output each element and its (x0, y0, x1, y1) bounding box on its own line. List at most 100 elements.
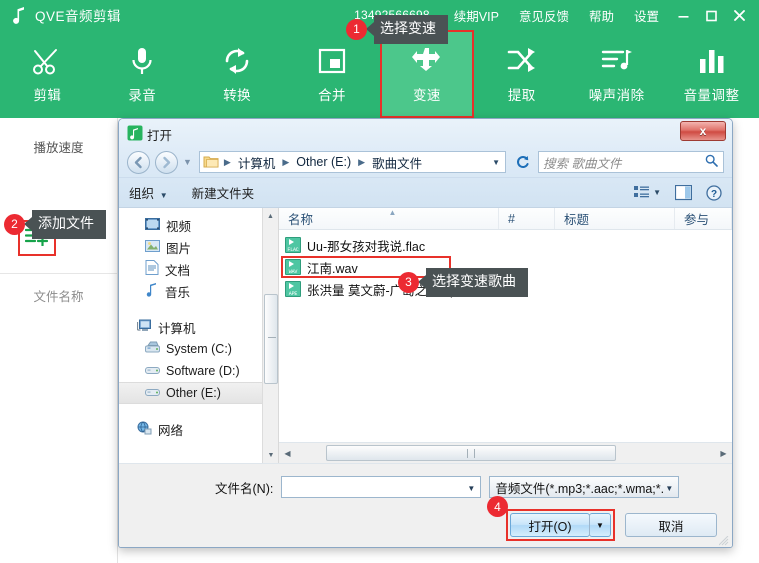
open-button-group: 打开(O) ▼ (506, 509, 615, 541)
breadcrumb-drive[interactable]: Other (E:) (292, 154, 355, 170)
nav-item-label: 计算机 (158, 321, 196, 336)
column-header-name[interactable]: 名称 ▲ (279, 208, 499, 229)
breadcrumb[interactable]: ▶ 计算机 ▶ Other (E:) ▶ 歌曲文件 ▼ (198, 151, 506, 173)
column-header-artist[interactable]: 参与 (675, 208, 732, 229)
dialog-title: 打开 (147, 129, 173, 143)
nav-item-label: Other (E:) (166, 386, 221, 400)
scroll-right-icon[interactable]: ▶ (715, 449, 732, 458)
menu-help[interactable]: 帮助 (579, 6, 624, 25)
audio-file-icon: WAV (285, 259, 301, 275)
callout-text: 选择变速 (374, 15, 448, 44)
dialog-navigation-bar: ▼ ▶ 计算机 ▶ Other (E:) ▶ 歌曲文件 ▼ 搜索 歌曲文件 (119, 147, 732, 177)
file-ext-label: APE (288, 291, 298, 297)
column-header-title[interactable]: 标题 (555, 208, 675, 229)
menu-renew-vip[interactable]: 续期VIP (444, 6, 509, 25)
tool-extract[interactable]: 提取 (474, 30, 569, 118)
filename-input[interactable]: ▼ (281, 476, 482, 498)
tool-label: 提取 (507, 88, 536, 103)
extract-icon (506, 44, 538, 78)
tool-volume[interactable]: 音量调整 (664, 30, 759, 118)
drive-icon (145, 364, 160, 379)
nav-item-pictures[interactable]: 图片 (119, 236, 278, 258)
convert-icon (221, 44, 253, 78)
breadcrumb-dropdown-icon[interactable]: ▼ (492, 158, 500, 167)
nav-item-system-c[interactable]: System (C:) (119, 338, 278, 360)
drive-icon (145, 386, 160, 401)
back-button[interactable] (127, 150, 150, 174)
nav-item-music[interactable]: 音乐 (119, 280, 278, 302)
nav-item-network[interactable]: 网络 (119, 418, 278, 440)
file-row[interactable]: FLAC Uu-那女孩对我说.flac (279, 234, 732, 256)
nav-item-videos[interactable]: 视频 (119, 214, 278, 236)
scissors-icon (31, 44, 63, 78)
new-folder-button[interactable]: 新建文件夹 (192, 183, 263, 202)
nav-item-label: 视频 (166, 219, 192, 234)
volume-icon (697, 44, 727, 78)
nav-pane-scrollbar[interactable]: ▲ ▼ (262, 208, 278, 463)
help-icon[interactable]: ? (706, 184, 722, 201)
open-dropdown-button[interactable]: ▼ (589, 513, 611, 537)
column-header-number[interactable]: # (499, 208, 555, 229)
nav-item-other-e[interactable]: Other (E:) (119, 382, 278, 404)
microphone-icon (126, 44, 158, 78)
organize-menu[interactable]: 组织 ▼ (129, 183, 176, 202)
file-ext-label: WAV (288, 269, 298, 275)
minimize-icon[interactable] (669, 0, 697, 30)
dialog-footer: 文件名(N): ▼ 音频文件(*.mp3;*.aac;*.wma;*. ▼ 打开… (119, 463, 732, 547)
tool-label: 变速 (412, 88, 441, 103)
chevron-down-icon[interactable]: ▼ (665, 484, 673, 493)
speed-icon (411, 44, 442, 78)
callout-arrow (24, 217, 32, 232)
app-logo: QVE音频剪辑 (12, 5, 121, 25)
refresh-icon[interactable] (511, 151, 533, 173)
computer-icon (136, 319, 152, 336)
nav-item-label: Software (D:) (166, 364, 240, 378)
file-list-horizontal-scrollbar[interactable]: ◀ ▶ (279, 442, 732, 463)
open-button[interactable]: 打开(O) (510, 513, 590, 537)
tool-convert[interactable]: 转换 (190, 30, 285, 118)
scrollbar-thumb[interactable] (264, 294, 278, 384)
nav-item-software-d[interactable]: Software (D:) (119, 360, 278, 382)
maximize-icon[interactable] (697, 0, 725, 30)
nav-item-label: 网络 (158, 423, 184, 438)
cancel-button[interactable]: 取消 (625, 513, 717, 537)
scrollbar-thumb[interactable] (326, 445, 616, 461)
picture-icon (145, 239, 160, 256)
chevron-down-icon[interactable]: ▼ (467, 484, 475, 493)
filename-value (282, 480, 286, 494)
callout-badge: 2 (4, 213, 25, 235)
scroll-up-icon[interactable]: ▲ (263, 208, 278, 224)
resize-grip[interactable] (718, 535, 729, 546)
nav-item-label: 文档 (165, 263, 191, 278)
video-icon (145, 217, 160, 234)
file-ext-label: FLAC (287, 247, 299, 253)
nav-item-computer[interactable]: 计算机 (119, 316, 278, 338)
menu-settings[interactable]: 设置 (624, 6, 669, 25)
tool-record[interactable]: 录音 (95, 30, 190, 118)
search-box[interactable]: 搜索 歌曲文件 (538, 151, 724, 173)
scrollbar-track[interactable] (296, 445, 715, 461)
nav-item-documents[interactable]: 文档 (119, 258, 278, 280)
view-mode-button[interactable]: ▼ (634, 185, 661, 200)
nav-item-label: 图片 (166, 241, 192, 256)
close-icon[interactable] (725, 0, 753, 30)
scroll-left-icon[interactable]: ◀ (279, 449, 296, 458)
tool-clip[interactable]: 剪辑 (0, 30, 95, 118)
folder-icon (203, 155, 219, 169)
preview-pane-button[interactable] (675, 184, 692, 201)
recent-locations-icon[interactable]: ▼ (183, 157, 192, 167)
scroll-down-icon[interactable]: ▼ (263, 447, 279, 463)
breadcrumb-folder[interactable]: 歌曲文件 (368, 152, 426, 173)
breadcrumb-computer[interactable]: 计算机 (234, 152, 280, 173)
callout-badge: 3 (398, 271, 419, 293)
svg-text:?: ? (711, 189, 717, 200)
column-label: 名称 (288, 213, 314, 227)
forward-button[interactable] (155, 150, 178, 174)
dialog-close-button[interactable]: x (680, 121, 726, 141)
tool-label: 音量调整 (683, 88, 740, 103)
tool-label: 剪辑 (33, 88, 62, 103)
menu-feedback[interactable]: 意见反馈 (509, 6, 579, 25)
tool-noise-reduce[interactable]: 噪声消除 (569, 30, 664, 118)
callout-text: 添加文件 (32, 210, 106, 239)
filetype-select[interactable]: 音频文件(*.mp3;*.aac;*.wma;*. ▼ (489, 476, 680, 498)
